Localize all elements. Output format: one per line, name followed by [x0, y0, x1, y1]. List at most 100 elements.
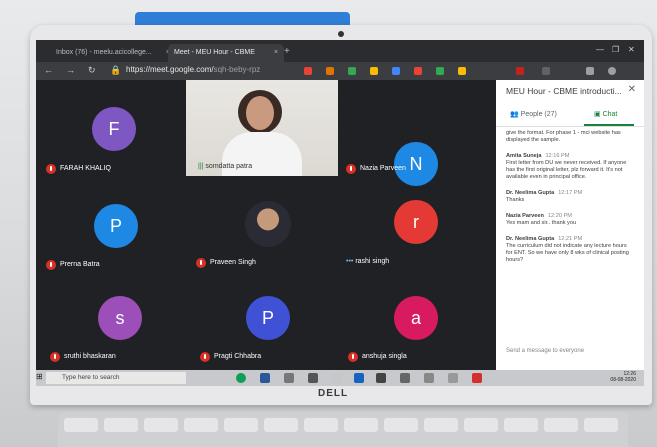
participant-name: Pragti Chhabra — [214, 353, 262, 360]
forward-icon[interactable]: → — [66, 65, 75, 75]
chrome-icon[interactable] — [236, 373, 246, 383]
message-list: give the format. For phase 1 - mci websi… — [506, 130, 634, 273]
new-tab-icon[interactable]: + — [284, 46, 290, 57]
panel-title: MEU Hour - CBME introducti... — [506, 86, 622, 96]
participant-name: ||| somdatta patra — [198, 163, 252, 170]
laptop-screen: Inbox (76) - meelu.acicollege... × Meet … — [36, 40, 644, 386]
key — [184, 418, 218, 432]
extension-icon[interactable] — [436, 67, 444, 75]
avatar-initial: P — [109, 216, 122, 236]
url-field[interactable]: https://meet.google.com/sqh-beby-rpz — [126, 65, 260, 74]
app-icon[interactable] — [472, 373, 482, 383]
participant-name: Praveen Singh — [210, 259, 256, 266]
close-icon[interactable]: ✕ — [628, 84, 636, 95]
message-text: give the format. For phase 1 - mci websi… — [506, 130, 621, 143]
mic-off-icon — [200, 352, 210, 362]
avatar-initial: s — [115, 308, 125, 328]
webcam — [338, 31, 344, 37]
message-sender: Dr. Neelima Gupta — [506, 190, 555, 196]
maximize-icon[interactable]: ❐ — [612, 45, 619, 54]
message-text: Yes mam and sir.. thank you — [506, 220, 577, 226]
key — [424, 418, 458, 432]
avatar: N — [394, 142, 438, 186]
taskbar-search[interactable]: Type here to search — [46, 372, 186, 384]
search-placeholder: Type here to search — [62, 374, 120, 381]
message-sender: Nazia Parveen — [506, 213, 544, 219]
app-icon[interactable] — [332, 373, 342, 383]
url-path: sqh-beby-rpz — [213, 65, 261, 74]
lock-icon: 🔒 — [110, 65, 122, 75]
message-sender: Dr. Neelima Gupta — [506, 236, 555, 242]
mic-off-icon — [46, 260, 56, 270]
key — [64, 418, 98, 432]
app-icon[interactable] — [260, 373, 270, 383]
tab-chat[interactable]: ▣ Chat — [594, 110, 617, 118]
chat-message: Nazia Parveen 12:20 PM Yes mam and sir.. … — [506, 213, 634, 227]
participant-name: sruthi bhaskaran — [64, 353, 116, 360]
chat-message: Dr. Neelima Gupta 12:21 PM The curriculum… — [506, 236, 634, 264]
mic-off-icon — [196, 258, 206, 268]
extension-icon[interactable] — [458, 67, 466, 75]
tab-meet[interactable]: Meet - MEU Hour - CBME × — [168, 44, 284, 62]
key — [224, 418, 258, 432]
address-bar: ← → ↻ 🔒 https://meet.google.com/sqh-beby… — [36, 62, 644, 80]
mic-off-icon — [50, 352, 60, 362]
avatar-initial: r — [413, 212, 419, 232]
extension-icon[interactable] — [542, 67, 550, 75]
extension-icon[interactable] — [370, 67, 378, 75]
participant-name: Nazia Parveen — [360, 165, 406, 172]
message-time: 12:21 PM — [558, 236, 583, 242]
extension-icon[interactable] — [414, 67, 422, 75]
chat-panel: MEU Hour - CBME introducti... ✕ 👥 People… — [496, 80, 644, 370]
app-icon[interactable] — [284, 373, 294, 383]
key — [104, 418, 138, 432]
extension-icon[interactable] — [392, 67, 400, 75]
key — [344, 418, 378, 432]
taskbar-clock[interactable]: 12:26 08-08-2020 — [610, 371, 636, 383]
avatar: F — [92, 107, 136, 151]
message-time: 12:16 PM — [545, 153, 570, 159]
tab-label: People (27) — [520, 111, 557, 118]
browser-tab-strip: Inbox (76) - meelu.acicollege... × Meet … — [36, 40, 644, 62]
app-icon[interactable] — [448, 373, 458, 383]
avatar: a — [394, 296, 438, 340]
extension-icon[interactable] — [586, 67, 594, 75]
key — [384, 418, 418, 432]
extension-icon[interactable] — [516, 67, 524, 75]
reload-icon[interactable]: ↻ — [88, 65, 96, 76]
taskbar: ⊞ Type here to search 12:26 08-08-2020 — [36, 370, 644, 386]
avatar: s — [98, 296, 142, 340]
extension-icon[interactable] — [326, 67, 334, 75]
tab-inbox[interactable]: Inbox (76) - meelu.acicollege... × — [50, 44, 176, 62]
app-icon[interactable] — [400, 373, 410, 383]
app-icon[interactable] — [308, 373, 318, 383]
avatar: P — [94, 204, 138, 248]
message-sender: Amita Suneja — [506, 153, 542, 159]
more-icon: ••• — [346, 258, 354, 265]
participant-name: FARAH KHALIQ — [60, 165, 111, 172]
windows-start-icon[interactable]: ⊞ — [36, 372, 46, 382]
participant-name: Prerna Batra — [60, 261, 100, 268]
app-icon[interactable] — [354, 373, 364, 383]
app-icon[interactable] — [376, 373, 386, 383]
participant-name: anshuja singla — [362, 353, 407, 360]
extension-icon[interactable] — [348, 67, 356, 75]
key — [504, 418, 538, 432]
close-window-icon[interactable]: ✕ — [628, 45, 635, 54]
key — [464, 418, 498, 432]
minimize-icon[interactable]: — — [596, 45, 604, 54]
key — [584, 418, 618, 432]
message-text: Thanks — [506, 197, 525, 203]
app-icon[interactable] — [424, 373, 434, 383]
extension-icon[interactable] — [304, 67, 312, 75]
message-time: 12:17 PM — [558, 190, 583, 196]
tab-people[interactable]: 👥 People (27) — [510, 110, 557, 118]
profile-avatar[interactable] — [608, 67, 616, 75]
people-icon: 👥 — [510, 111, 519, 118]
close-icon[interactable]: × — [274, 44, 278, 62]
chat-input[interactable]: Send a message to everyone — [506, 348, 584, 354]
participant-face — [246, 96, 274, 130]
mic-off-icon — [46, 164, 56, 174]
back-icon[interactable]: ← — [44, 65, 53, 75]
dell-logo: DELL — [318, 388, 349, 399]
